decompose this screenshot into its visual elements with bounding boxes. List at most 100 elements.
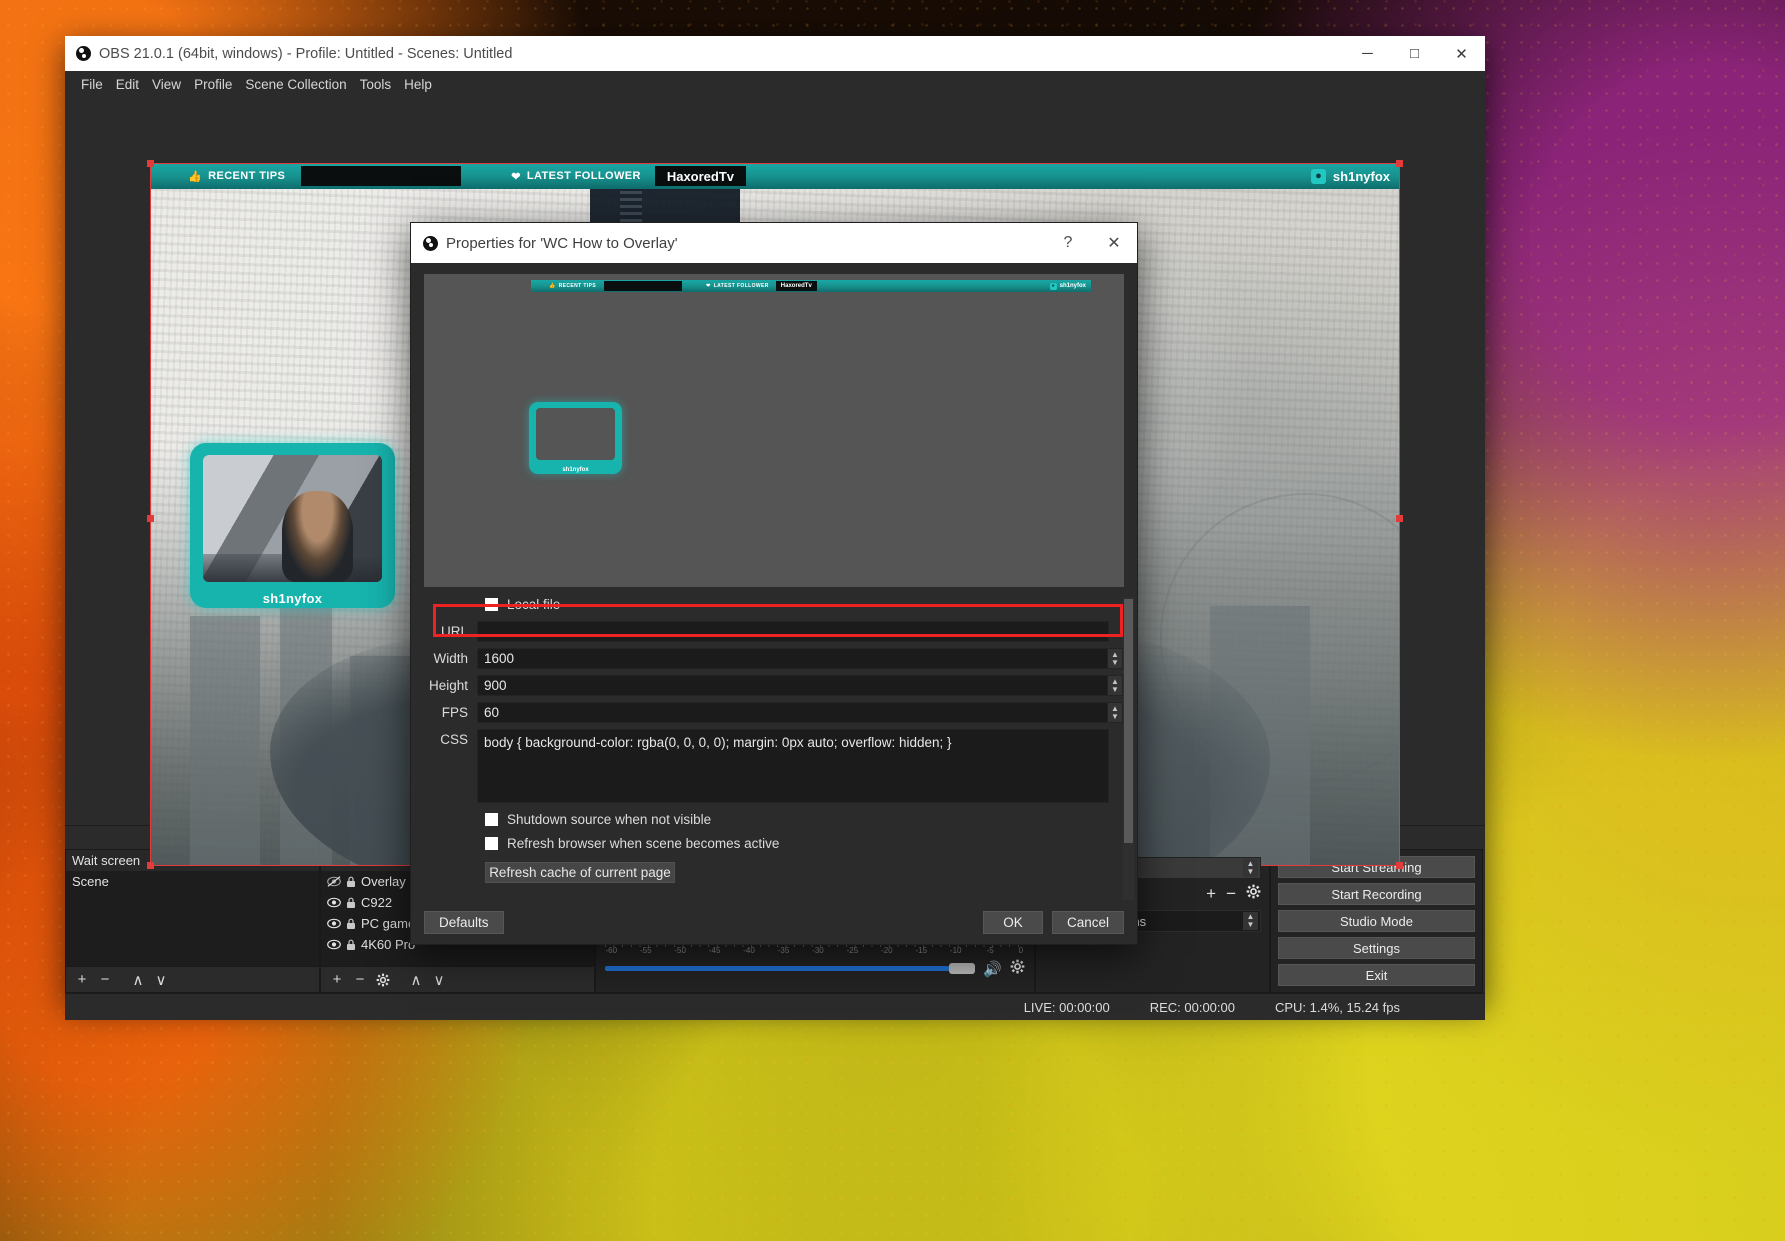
status-rec: REC: 00:00:00 <box>1150 1000 1235 1015</box>
obs-logo-icon <box>76 46 91 61</box>
properties-dialog: Properties for 'WC How to Overlay' ? ✕ 👍… <box>410 222 1138 945</box>
brand-badge-icon: ● <box>1311 169 1326 184</box>
dialog-latest-follower-value: HaxoredTv <box>776 283 817 289</box>
recent-tips-group: 👍 RECENT TIPS <box>188 170 285 183</box>
fps-input[interactable]: 60 <box>477 702 1108 723</box>
local-file-checkbox[interactable] <box>485 598 498 611</box>
dialog-latest-follower-label: LATEST FOLLOWER <box>714 283 769 289</box>
dialog-webcam-video <box>536 408 615 460</box>
dialog-help-button[interactable]: ? <box>1045 223 1091 263</box>
settings-button[interactable]: Settings <box>1278 937 1475 959</box>
preview-building <box>190 616 260 866</box>
lock-icon[interactable] <box>346 897 356 909</box>
remove-transition-button[interactable]: − <box>1226 884 1236 904</box>
tip-hand-icon: 👍 <box>549 283 556 289</box>
speaker-icon[interactable]: 🔊 <box>983 960 1002 978</box>
add-transition-button[interactable]: + <box>1206 884 1216 904</box>
add-scene-button[interactable]: + <box>72 970 92 990</box>
eye-off-icon[interactable] <box>327 876 341 887</box>
maximize-button[interactable]: □ <box>1391 36 1438 71</box>
url-row: URL <box>424 621 1123 642</box>
source-properties-gear-icon[interactable] <box>373 970 393 990</box>
width-row: Width 1600 ▲▼ <box>424 648 1123 669</box>
heart-icon: ❤ <box>511 170 521 183</box>
url-input[interactable] <box>477 621 1109 642</box>
eye-icon[interactable] <box>327 939 341 950</box>
ok-button[interactable]: OK <box>983 911 1043 934</box>
local-file-label: Local file <box>507 597 560 612</box>
transition-select-chevrons[interactable]: ▲▼ <box>1243 859 1258 877</box>
move-scene-down-button[interactable]: ∨ <box>151 970 171 990</box>
height-stepper[interactable]: ▲▼ <box>1108 675 1123 696</box>
move-source-up-button[interactable]: ∧ <box>406 970 426 990</box>
start-recording-button[interactable]: Start Recording <box>1278 883 1475 905</box>
duration-stepper[interactable]: ▲▼ <box>1243 912 1258 930</box>
window-titlebar: OBS 21.0.1 (64bit, windows) - Profile: U… <box>65 36 1485 71</box>
menu-scene-collection[interactable]: Scene Collection <box>239 75 352 94</box>
refresh-browser-row[interactable]: Refresh browser when scene becomes activ… <box>485 836 1123 851</box>
defaults-button[interactable]: Defaults <box>424 911 504 934</box>
eye-icon[interactable] <box>327 918 341 929</box>
sources-toolbar: + − ∧ ∨ <box>321 966 594 992</box>
controls-body: Start Streaming Start Recording Studio M… <box>1270 849 1483 993</box>
studio-mode-button[interactable]: Studio Mode <box>1278 910 1475 932</box>
css-textarea[interactable]: body { background-color: rgba(0, 0, 0, 0… <box>477 729 1109 803</box>
dialog-brand-group: ● sh1nyfox <box>1050 283 1091 290</box>
menu-view[interactable]: View <box>146 75 187 94</box>
minimize-button[interactable]: ─ <box>1344 36 1391 71</box>
transition-properties-gear-icon[interactable] <box>1246 884 1261 904</box>
scene-item-scene[interactable]: Scene <box>66 871 319 892</box>
height-label: Height <box>424 678 477 693</box>
css-row: CSS body { background-color: rgba(0, 0, … <box>424 729 1123 803</box>
remove-source-button[interactable]: − <box>350 970 370 990</box>
dialog-recent-tips-group: 👍 RECENT TIPS <box>549 283 596 289</box>
eye-icon[interactable] <box>327 897 341 908</box>
move-source-down-button[interactable]: ∨ <box>429 970 449 990</box>
status-bar: LIVE: 00:00:00 REC: 00:00:00 CPU: 1.4%, … <box>65 993 1485 1020</box>
remove-scene-button[interactable]: − <box>95 970 115 990</box>
tip-hand-icon: 👍 <box>188 170 202 183</box>
window-title: OBS 21.0.1 (64bit, windows) - Profile: U… <box>99 46 512 62</box>
heart-icon: ❤ <box>706 283 711 289</box>
refresh-browser-checkbox[interactable] <box>485 837 498 850</box>
move-scene-up-button[interactable]: ∧ <box>128 970 148 990</box>
fps-stepper[interactable]: ▲▼ <box>1108 702 1123 723</box>
refresh-cache-button[interactable]: Refresh cache of current page <box>485 862 675 883</box>
scenes-list[interactable]: Wait screen Scene <box>66 850 319 966</box>
shutdown-source-checkbox[interactable] <box>485 813 498 826</box>
volume-slider-knob[interactable] <box>949 963 975 974</box>
channel-volume-row: 🔊 <box>605 959 1025 978</box>
menu-profile[interactable]: Profile <box>188 75 238 94</box>
dialog-webcam-placeholder: sh1nyfox <box>529 402 622 474</box>
overlay-brand-group: ● sh1nyfox <box>1311 169 1400 184</box>
menu-tools[interactable]: Tools <box>354 75 398 94</box>
menu-file[interactable]: File <box>75 75 109 94</box>
webcam-caption: sh1nyfox <box>190 591 395 606</box>
webcam-source[interactable]: sh1nyfox <box>190 443 395 608</box>
width-stepper[interactable]: ▲▼ <box>1108 648 1123 669</box>
menu-help[interactable]: Help <box>398 75 438 94</box>
dialog-close-button[interactable]: ✕ <box>1091 223 1137 263</box>
url-label: URL <box>424 624 477 639</box>
recent-tips-value <box>301 166 461 186</box>
width-input[interactable]: 1600 <box>477 648 1108 669</box>
exit-button[interactable]: Exit <box>1278 964 1475 986</box>
lock-icon[interactable] <box>346 918 356 930</box>
close-button[interactable]: ✕ <box>1438 36 1485 71</box>
shutdown-source-label: Shutdown source when not visible <box>507 812 711 827</box>
dialog-form: Local file URL Width 1600 ▲▼ Height 900 … <box>411 597 1123 900</box>
lock-icon[interactable] <box>346 876 356 888</box>
menu-edit[interactable]: Edit <box>110 75 145 94</box>
scrollbar-thumb[interactable] <box>1124 599 1133 843</box>
shutdown-source-row[interactable]: Shutdown source when not visible <box>485 812 1123 827</box>
height-input[interactable]: 900 <box>477 675 1108 696</box>
add-source-button[interactable]: + <box>327 970 347 990</box>
local-file-row[interactable]: Local file <box>485 597 1123 612</box>
audio-settings-gear-icon[interactable] <box>1010 959 1025 978</box>
lock-icon[interactable] <box>346 939 356 951</box>
cancel-button[interactable]: Cancel <box>1052 911 1124 934</box>
scenes-body: Wait screen Scene + − ∧ ∨ <box>65 849 320 993</box>
dialog-vertical-scrollbar[interactable] <box>1123 597 1134 900</box>
source-label: Overlay 1 <box>361 874 417 889</box>
volume-slider[interactable] <box>605 966 975 971</box>
